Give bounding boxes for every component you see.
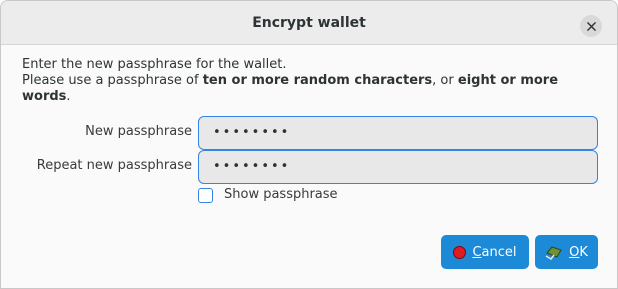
- cancel-label: Cancel: [472, 244, 517, 260]
- red-circle-icon: [453, 245, 467, 259]
- ok-button[interactable]: OK: [535, 235, 598, 269]
- intro-line-2: Please use a passphrase of ten or more r…: [22, 73, 559, 104]
- repeat-passphrase-label: Repeat new passphrase: [36, 158, 192, 173]
- ok-label: OK: [569, 244, 588, 260]
- encrypt-wallet-dialog: Encrypt wallet Enter the new passphrase …: [0, 0, 618, 289]
- ok-check-icon: [545, 244, 563, 260]
- cancel-button[interactable]: Cancel: [441, 235, 529, 269]
- repeat-passphrase-input[interactable]: ••••••••: [198, 150, 598, 184]
- new-passphrase-input[interactable]: ••••••••: [198, 116, 598, 150]
- show-passphrase-label[interactable]: Show passphrase: [224, 187, 338, 202]
- intro-text: Enter the new passphrase for the wallet.…: [22, 57, 602, 105]
- emphasis-characters: ten or more random characters: [202, 73, 433, 88]
- new-passphrase-label: New passphrase: [85, 124, 192, 139]
- intro-line-1: Enter the new passphrase for the wallet.: [22, 57, 287, 72]
- dialog-title: Encrypt wallet: [252, 15, 366, 31]
- close-button[interactable]: [580, 15, 602, 37]
- close-icon: [586, 21, 596, 31]
- title-bar: Encrypt wallet: [1, 1, 617, 45]
- show-passphrase-checkbox[interactable]: [198, 188, 213, 203]
